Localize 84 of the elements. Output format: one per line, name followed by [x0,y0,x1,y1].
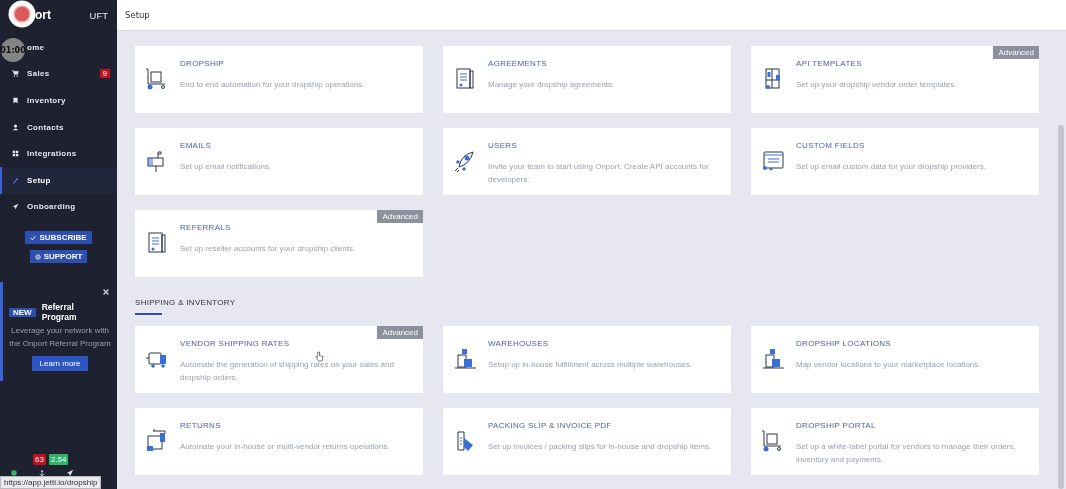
account-label[interactable]: UFT [89,9,108,21]
return-icon [145,429,169,453]
setup-card[interactable]: RETURNS Automate your in-house or multi-vendor returns operations. [135,408,423,475]
card-description: Automate your in-house or multi-vendor returns operations. [180,441,390,453]
nav-item[interactable]: Onboarding [27,202,76,212]
card-title: PACKING SLIP & INVOICE PDF [488,421,613,430]
advanced-badge: Advanced [377,326,423,339]
card-description: Map vendor locations to your marketplace locations. [796,359,981,371]
setup-card[interactable]: USERS Invite your team to start using Onport. Create API accounts for developers. [443,128,731,195]
setup-card[interactable]: EMAILS Set up email notifications. [135,128,423,195]
setup-card[interactable]: Advanced API TEMPLATES Set up your dropship vendor order templates. [751,46,1039,113]
card-description: Set up email notifications. [180,161,272,173]
card-title: AGREEMENTS [488,59,548,68]
setup-card[interactable]: WAREHOUSES Setup up in-house fulfillment across multiple warehouses. [443,326,731,393]
card-title: REFERRALS [180,223,232,232]
card-description: Automate the generation of shipping rates on your sales and dropship orders. [180,359,395,384]
nav-item[interactable]: Sales [27,69,50,79]
card-title: DROPSHIP LOCATIONS [796,339,892,348]
card-title: DROPSHIP PORTAL [796,421,877,430]
card-title: USERS [488,141,519,150]
section-title: SHIPPING & INVENTORY [135,298,237,307]
card-title: CUSTOM FIELDS [796,141,866,150]
plane-icon [12,203,19,211]
setup-card[interactable]: PACKING SLIP & INVOICE PDF Set up invoices / packing slips for in-house and dropship items. [443,408,731,475]
setup-card[interactable]: CUSTOM FIELDS Set up email custom data for your dropship providers. [751,128,1039,195]
nav-item[interactable]: ome [27,42,45,52]
record-icon[interactable] [8,0,36,28]
cart-icon [12,70,19,78]
advanced-badge: Advanced [377,210,423,223]
promo-title: Referral Program [41,302,78,323]
setup-card[interactable]: DROPSHIP PORTAL Set up a white-label portal for vendors to manage their orders, inventory and payments. [751,408,1039,475]
status-url: https://app.jetti.io/dropship [0,476,102,489]
card-description: Invite your team to start using Onport. Create API accounts for developers. [488,161,710,186]
rocket-icon [453,149,477,173]
grid-icon [12,150,19,158]
new-badge: NEW [9,307,36,317]
nav-item[interactable]: Integrations [27,149,77,159]
learn-more-button[interactable]: Learn more [31,356,89,372]
card-title: DROPSHIP [180,59,226,68]
scrollbar-thumb[interactable] [1058,125,1064,489]
card-description: Set up reseller accounts for your dropship clients. [180,243,356,255]
anchor-icon[interactable] [38,469,46,477]
card-description: Set up your dropship vendor order templates. [796,79,957,91]
card-title: RETURNS [180,421,222,430]
logo-text: ort [35,8,51,22]
setup-card[interactable]: DROPSHIP End to end automation for your dropship operations. [135,46,423,113]
card-title: EMAILS [180,141,213,150]
boxes-icon [453,347,477,371]
card-title: VENDOR SHIPPING RATES [180,339,291,348]
count-badge: 9 [99,69,110,79]
subscribe-button[interactable]: SUBSCRIBE [25,231,92,245]
advanced-badge: Advanced [993,46,1039,59]
card-description: End to end automation for your dropship operations. [180,79,365,91]
setup-card[interactable]: Advanced REFERRALS Set up reseller accounts for your dropship clients. [135,210,423,277]
hand-cursor-icon [315,351,324,362]
nav-item[interactable]: Inventory [27,96,66,105]
card-description: Set up email custom data for your dropship providers. [796,161,986,173]
card-description: Setup up in-house fulfillment across multiple warehouses. [488,359,693,371]
setup-card[interactable]: DROPSHIP LOCATIONS Map vendor locations to your marketplace locations. [751,326,1039,393]
card-title: API TEMPLATES [796,59,863,68]
card-description: Set up a white-label portal for vendors to manage their orders, inventory and payments. [796,441,1017,466]
document-icon [453,67,477,91]
check-icon [30,234,37,241]
bookmark-icon [12,97,19,104]
support-button[interactable]: SUPPORT [29,250,88,264]
target-icon [34,253,41,260]
wrench-icon [12,176,19,184]
counter-badge: 63 [33,454,46,465]
card-title: WAREHOUSES [488,339,550,348]
person-icon [12,123,19,131]
card-description: Set up invoices / packing slips for in-house and dropship items. [488,441,712,453]
setup-card[interactable]: AGREEMENTS Manage your dropship agreements. [443,46,731,113]
nav-item[interactable]: Contacts [27,122,64,132]
close-icon[interactable] [102,288,110,297]
page-title: Setup [125,10,150,20]
window-icon [761,149,785,173]
card-description: Manage your dropship agreements. [488,79,615,91]
document-icon [145,231,169,255]
boxes-icon [761,347,785,371]
setup-card[interactable]: Advanced VENDOR SHIPPING RATES Automate the generation of shipping rates on your sales and dropship orders. [135,326,423,393]
counter-badge: 2.54 [48,454,69,465]
status-dot-icon[interactable] [10,469,18,477]
nav-item[interactable]: Setup [27,175,51,185]
promo-text: Leverage your network with the Onport Referral Program [8,325,112,351]
